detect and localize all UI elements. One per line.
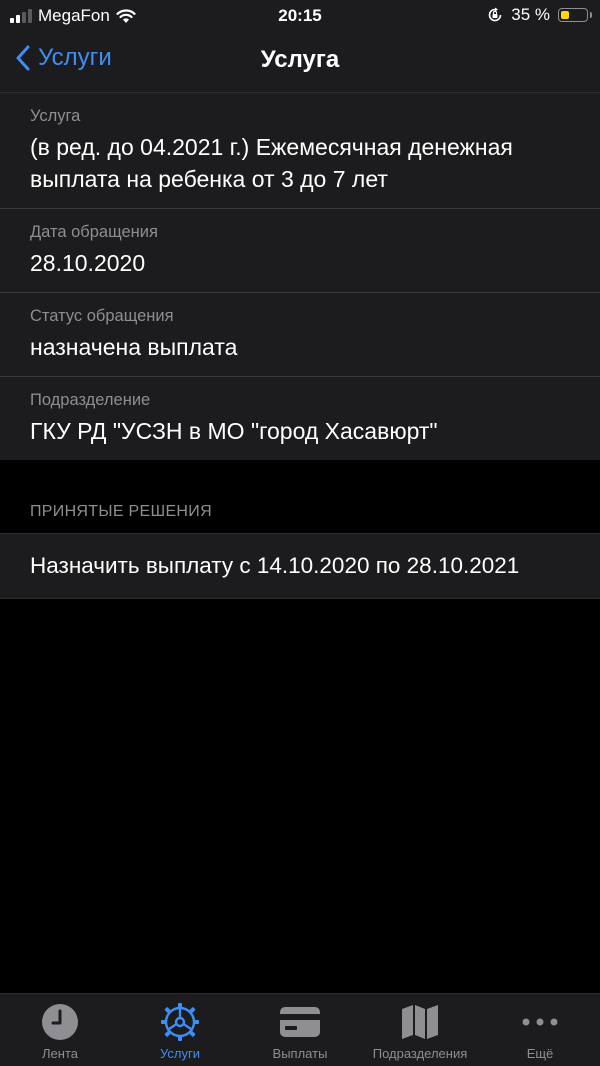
battery-percent: 35 % [511, 5, 550, 24]
orientation-lock-icon [488, 7, 502, 22]
clock-icon [42, 1004, 78, 1040]
detail-value: ГКУ РД "УСЗН в МО "город Хасавюрт" [30, 418, 438, 444]
tab-label: Выплаты [272, 1046, 328, 1061]
tab-label: Подразделения [372, 1046, 468, 1061]
tab-services[interactable]: Услуги [120, 994, 240, 1066]
battery-icon [558, 8, 592, 22]
gear-icon [161, 1003, 199, 1041]
detail-row-department: Подразделение ГКУ РД "УСЗН в МО "город Х… [0, 377, 600, 460]
card-icon [280, 1007, 320, 1037]
status-bar: MegaFon 20:15 35 % [0, 0, 600, 32]
tab-feed[interactable]: Лента [0, 994, 120, 1066]
detail-label: Подразделение [30, 391, 151, 409]
decision-item: Назначить выплату с 14.10.2020 по 28.10.… [30, 553, 520, 578]
detail-label: Статус обращения [30, 307, 174, 325]
more-icon [522, 1018, 558, 1026]
tab-payments[interactable]: Выплаты [240, 994, 360, 1066]
detail-value: (в ред. до 04.2021 г.) Ежемесячная денеж… [30, 134, 513, 192]
detail-label: Услуга [30, 107, 81, 125]
navigation-bar: Услуги Услуга [0, 32, 600, 93]
tab-departments[interactable]: Подразделения [360, 994, 480, 1066]
map-icon [402, 1005, 438, 1039]
detail-row-status: Статус обращения назначена выплата [0, 293, 600, 377]
tab-label: Лента [42, 1046, 78, 1061]
status-bar-right: 35 % [487, 5, 592, 25]
tab-label: Ещё [526, 1046, 554, 1061]
decisions-section-header: ПРИНЯТЫЕ РЕШЕНИЯ [30, 503, 212, 520]
detail-value: назначена выплата [30, 334, 238, 360]
page-title: Услуга [260, 46, 340, 73]
detail-row-service: Услуга (в ред. до 04.2021 г.) Ежемесячна… [0, 93, 600, 209]
detail-value: 28.10.2020 [30, 250, 146, 276]
tab-bar: Лента Услуги Выплаты Подразделения Ещё [0, 993, 600, 1066]
tab-label: Услуги [160, 1046, 200, 1061]
detail-row-date: Дата обращения 28.10.2020 [0, 209, 600, 293]
battery-fill [561, 11, 569, 19]
decisions-list: Назначить выплату с 14.10.2020 по 28.10.… [0, 533, 600, 599]
detail-label: Дата обращения [30, 223, 158, 241]
tab-more[interactable]: Ещё [480, 994, 600, 1066]
service-details-card: Услуга (в ред. до 04.2021 г.) Ежемесячна… [0, 93, 600, 460]
